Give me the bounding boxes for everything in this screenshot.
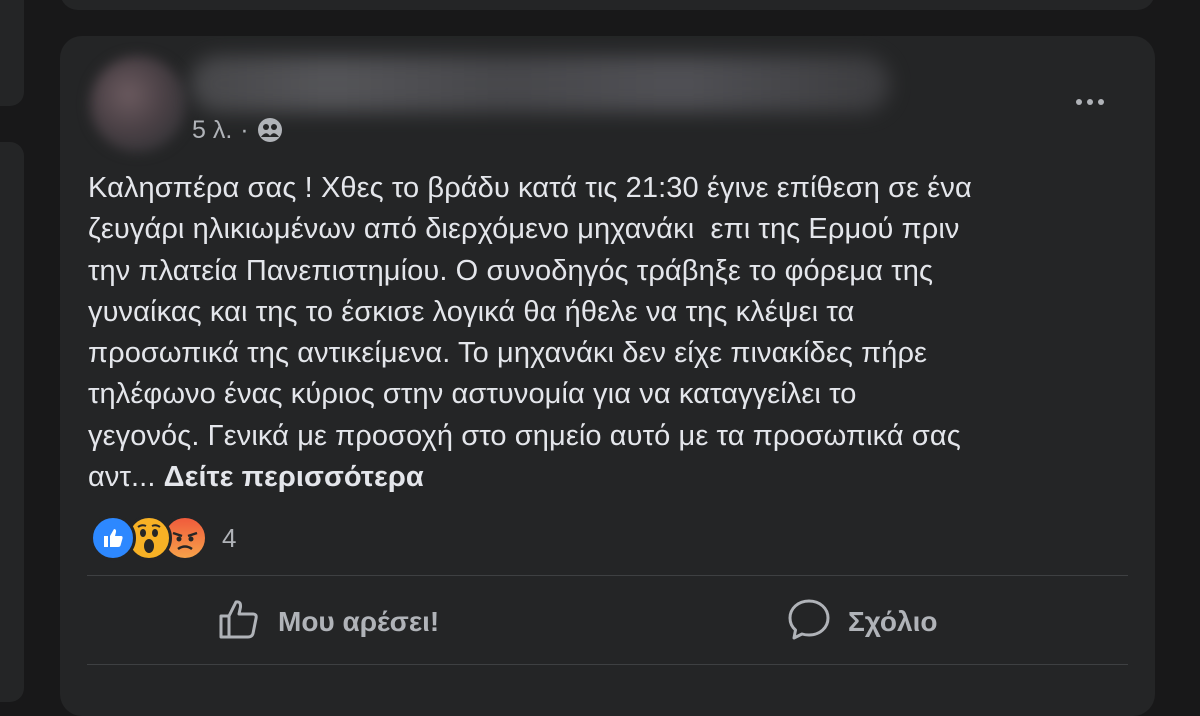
meta-separator: ·	[240, 115, 249, 144]
comment-bubble-icon	[786, 596, 832, 649]
post-text-line: προσωπικά της αντικείμενα. Το μηχανάκι δ…	[88, 337, 928, 370]
side-panel-top	[0, 0, 24, 106]
friends-icon	[257, 117, 283, 143]
more-options-icon[interactable]	[1068, 92, 1112, 112]
post-text: Καλησπέρα σας ! Χθες το βράδυ κατά τις 2…	[88, 168, 1128, 498]
thumbs-up-icon	[216, 596, 262, 649]
previous-post-card	[60, 0, 1155, 10]
see-more-link[interactable]: Δείτε περισσότερα	[164, 461, 424, 493]
reaction-count: 4	[222, 522, 237, 553]
like-button-label: Μου αρέσει!	[278, 606, 440, 637]
side-panel-bottom	[0, 142, 24, 702]
post-text-line: γεγονός. Γενικά με προσοχή στο σημείο αυ…	[88, 419, 961, 452]
post-text-line: την πλατεία Πανεπιστημίου. Ο συνοδηγός τ…	[88, 254, 934, 287]
comment-button-label: Σχόλιο	[848, 606, 938, 637]
divider	[87, 664, 1128, 665]
like-button[interactable]: Μου αρέσει!	[216, 592, 439, 652]
comment-button[interactable]: Σχόλιο	[786, 592, 937, 652]
post-text-last-line: αντ... Δείτε περισσότερα	[88, 457, 1128, 498]
post-text-line: ζευγάρι ηλικιωμένων από διερχόμενο μηχαν…	[88, 213, 960, 246]
timestamp[interactable]: 5 λ.	[192, 116, 232, 145]
post-meta: 5 λ. ·	[192, 114, 283, 146]
post-text-line: Καλησπέρα σας ! Χθες το βράδυ κατά τις 2…	[88, 172, 972, 204]
reactions-summary[interactable]: 4	[90, 515, 236, 561]
post-text-line: γυναίκας και της το έσκισε λογικά θα ήθε…	[88, 295, 855, 328]
truncated-text: αντ...	[88, 461, 164, 494]
avatar[interactable]	[90, 56, 186, 152]
divider	[87, 575, 1128, 576]
post-text-line: τηλέφωνο ένας κύριος στην αστυνομία για …	[88, 378, 857, 411]
like-reaction-icon	[90, 515, 136, 561]
author-name-blurred[interactable]	[190, 56, 890, 112]
